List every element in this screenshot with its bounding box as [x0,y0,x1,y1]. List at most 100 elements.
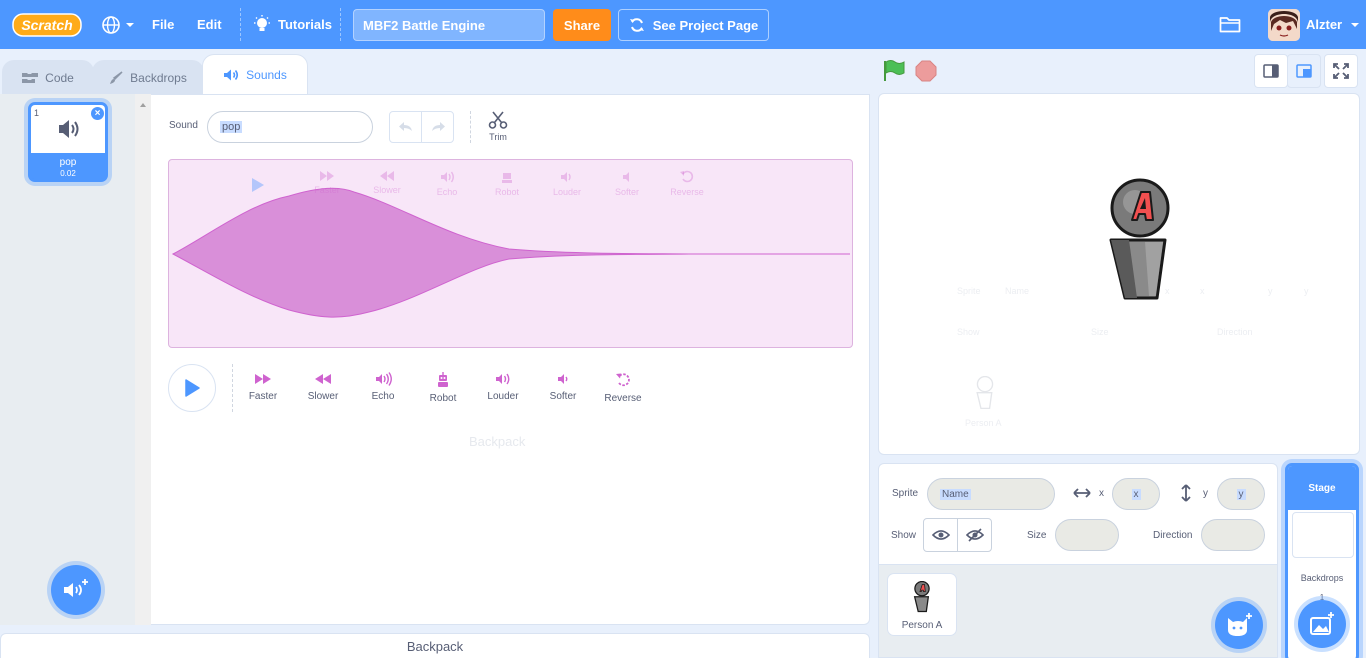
echo-label: Echo [371,391,395,402]
ghost-effect-label: Faster [302,170,352,195]
size-input[interactable] [1055,519,1119,551]
project-title-input[interactable]: MBF2 Battle Engine [353,9,545,41]
x-input[interactable]: x [1112,478,1160,510]
ghost-effect-text: Faster [314,185,340,195]
scissors-icon [488,111,508,129]
folder-icon[interactable] [1219,15,1241,33]
show-visible-button[interactable] [924,519,958,551]
louder-button[interactable]: Louder [475,372,531,402]
redo-icon [431,122,445,131]
sound-tile-duration: 0.02 [60,169,76,178]
ghost-effect-text: Louder [552,187,582,197]
sprite-thumbnail [913,581,930,613]
account-menu[interactable]: Alzter [1306,0,1360,49]
sound-list-scrollbar[interactable] [135,94,151,625]
scroll-up-icon [140,103,146,107]
y-input[interactable]: y [1217,478,1265,510]
small-stage-button[interactable] [1254,54,1288,88]
add-sprite-button[interactable] [1215,601,1263,649]
slower-button[interactable]: Slower [295,372,351,402]
slower-label: Slower [307,391,339,402]
trim-button[interactable]: Trim [484,110,512,142]
x-placeholder: x [1131,488,1141,500]
sound-tile-name: pop [59,157,77,168]
stage-ghost-text: Sprite [957,286,981,296]
stage-ghost-text: Name [1005,286,1030,296]
stage-ghost-text: y [1268,286,1273,296]
softer-button[interactable]: Softer [535,372,591,402]
stop-icon[interactable] [915,60,937,82]
ghost-effect-text: Slower [373,185,401,195]
fullscreen-icon [1333,63,1349,79]
sound-name-label: Sound [169,120,198,131]
play-icon [185,379,200,397]
sprite-name-input[interactable]: Name [927,478,1055,510]
edit-menu[interactable]: Edit [197,0,222,49]
vertical-arrows-icon [1181,484,1191,502]
scratch-logo[interactable]: Scratch [12,13,82,37]
stage-canvas[interactable]: Sprite Name x x y y Show Size Direction … [878,93,1360,455]
fullscreen-button[interactable] [1324,54,1358,88]
stage-ghost-text: Direction [1217,327,1253,337]
green-flag-icon[interactable] [882,59,906,83]
reverse-button[interactable]: Reverse [595,372,651,404]
direction-input[interactable] [1201,519,1265,551]
faster-button[interactable]: Faster [235,372,291,402]
normal-stage-button[interactable] [1287,54,1321,88]
sound-tile-preview: 1 × [31,105,105,153]
eye-icon [931,530,950,540]
echo-button[interactable]: Echo [355,372,411,402]
tab-backdrops-label: Backdrops [130,70,187,85]
show-hidden-button[interactable] [958,519,991,551]
undo-button[interactable] [390,112,422,142]
size-label: Size [1027,530,1047,541]
tab-backdrops[interactable]: Backdrops [92,60,204,94]
tab-sounds[interactable]: Sounds [202,54,308,94]
sound-name-input[interactable]: pop [207,111,373,143]
undo-icon [398,122,412,131]
ghost-effect-text: Robot [494,187,520,197]
play-sound-button[interactable] [168,364,216,412]
backpack-bar[interactable]: Backpack [0,633,870,658]
redo-button[interactable] [422,112,453,142]
avatar[interactable] [1268,9,1300,41]
ghost-effect-text: Softer [614,187,639,197]
reverse-icon [680,170,694,183]
share-button[interactable]: Share [553,9,611,41]
trim-label: Trim [489,132,507,142]
sprite-person-a[interactable] [1107,178,1173,304]
slower-icon [380,171,394,181]
menu-bar: Scratch File Edit Tutorials MBF2 Battle … [0,0,1366,49]
louder-icon [496,373,510,385]
tutorials-label: Tutorials [278,17,332,32]
horizontal-arrows-icon [1073,488,1091,498]
sound-tile-index: 1 [34,108,40,118]
direction-label: Direction [1153,530,1193,541]
language-menu[interactable] [101,0,135,49]
stage-ghost-sprite [976,376,994,410]
globe-icon [102,15,120,34]
stage-ghost-text: Show [957,327,980,337]
add-backdrop-button[interactable] [1298,600,1346,648]
tutorials-button[interactable]: Tutorials [253,0,332,49]
toolbar-divider [470,111,471,143]
sound-name-value: pop [220,121,243,133]
x-label: x [1099,488,1104,499]
ghost-effect-label: Reverse [662,170,712,197]
add-sound-button[interactable] [51,565,101,615]
file-menu[interactable]: File [152,0,174,49]
tab-code-label: Code [45,70,74,85]
see-project-page-button[interactable]: See Project Page [618,9,769,41]
svg-text:Scratch: Scratch [21,17,72,33]
sprite-name-placeholder: Name [940,488,971,500]
ghost-effect-label: Robot [482,170,532,197]
backpack-label: Backpack [406,639,464,654]
sprite-label: Sprite [892,488,919,499]
faster-label: Faster [248,391,278,402]
sound-tile-pop[interactable]: 1 × pop 0.02 [28,102,108,182]
delete-sound-button[interactable]: × [91,107,104,120]
tab-code[interactable]: Code [2,60,94,94]
tab-sounds-label: Sounds [246,67,287,82]
robot-icon [438,372,448,387]
robot-button[interactable]: Robot [415,372,471,404]
